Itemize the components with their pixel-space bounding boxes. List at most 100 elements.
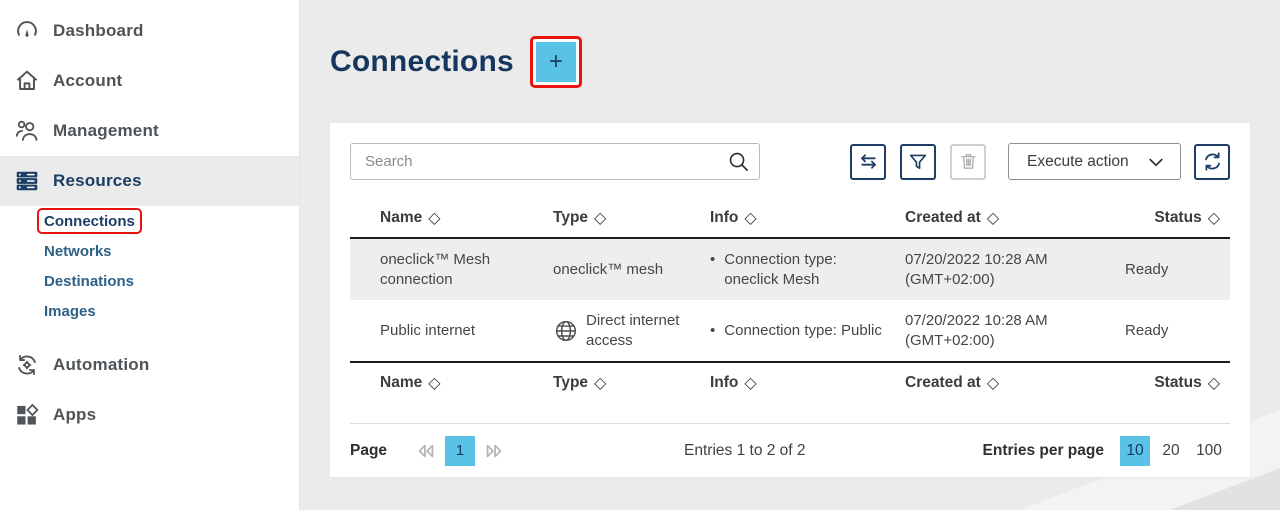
entries-summary: Entries 1 to 2 of 2 xyxy=(507,442,982,460)
sidebar-item-label: Apps xyxy=(53,405,96,425)
sidebar: Dashboard Account Management xyxy=(0,0,300,510)
sort-icon[interactable]: ◇ xyxy=(987,208,999,228)
column-header-status[interactable]: Status ◇ xyxy=(1125,373,1220,393)
per-page-option-10[interactable]: 10 xyxy=(1120,436,1150,466)
servers-icon xyxy=(14,168,40,194)
plus-icon: + xyxy=(549,48,563,76)
column-header-created-at[interactable]: Created at ◇ xyxy=(905,373,1125,393)
sidebar-item-label: Resources xyxy=(53,171,142,191)
sidebar-item-apps[interactable]: Apps xyxy=(0,390,299,440)
toolbar-buttons: Execute action xyxy=(850,143,1230,180)
per-page-options: 10 20 100 xyxy=(1120,436,1226,466)
sidebar-item-dashboard[interactable]: Dashboard xyxy=(0,6,299,56)
annotation-highlight: Connections xyxy=(37,208,142,234)
table-header-row: Name ◇ Type ◇ Info ◇ Created at ◇ Status… xyxy=(350,206,1230,239)
page-label: Page xyxy=(350,442,387,460)
table-row[interactable]: Public internet Direct internet access •… xyxy=(350,300,1230,361)
search-input[interactable] xyxy=(350,143,760,180)
per-page-option-100[interactable]: 100 xyxy=(1192,436,1226,466)
sidebar-item-label: Destinations xyxy=(44,273,134,290)
main-content: Connections + xyxy=(300,0,1280,510)
swap-arrows-icon xyxy=(857,150,880,173)
table-footer-header-row: Name ◇ Type ◇ Info ◇ Created at ◇ Status… xyxy=(350,361,1230,403)
first-page-icon[interactable] xyxy=(413,438,439,464)
add-connection-button[interactable]: + xyxy=(536,42,576,82)
filter-button[interactable] xyxy=(900,144,936,180)
cell-created-at: 07/20/2022 10:28 AM (GMT+02:00) xyxy=(905,250,1100,290)
automation-icon xyxy=(14,352,40,378)
users-icon xyxy=(14,118,40,144)
cell-created-at: 07/20/2022 10:28 AM (GMT+02:00) xyxy=(905,311,1100,351)
cell-type: Direct internet access xyxy=(553,311,703,351)
pagination-bar: Page 1 Entries 1 to 2 of 2 Entries per p… xyxy=(350,423,1230,477)
table-row[interactable]: oneclick™ Mesh connection oneclick™ mesh… xyxy=(350,239,1230,300)
sidebar-item-connections[interactable]: Connections xyxy=(44,206,299,236)
sort-icon[interactable]: ◇ xyxy=(744,208,756,228)
refresh-icon xyxy=(1201,150,1224,173)
column-header-info[interactable]: Info ◇ xyxy=(710,373,905,393)
page-title: Connections xyxy=(330,45,514,79)
sort-icon[interactable]: ◇ xyxy=(744,373,756,393)
status-badge: Ready xyxy=(1125,260,1220,280)
sidebar-item-label: Images xyxy=(44,303,96,320)
sidebar-item-label: Connections xyxy=(44,213,135,230)
delete-button[interactable] xyxy=(950,144,986,180)
sidebar-item-label: Management xyxy=(53,121,159,141)
sidebar-item-label: Networks xyxy=(44,243,112,260)
cell-info: • Connection type: oneclick Mesh xyxy=(710,250,885,290)
sidebar-item-networks[interactable]: Networks xyxy=(44,236,299,266)
sort-icon[interactable]: ◇ xyxy=(428,373,440,393)
filter-icon xyxy=(907,151,929,173)
chevron-down-icon xyxy=(1146,152,1166,172)
title-row: Connections + xyxy=(330,36,1250,88)
search-wrap xyxy=(350,143,760,180)
sidebar-item-management[interactable]: Management xyxy=(0,106,299,156)
sidebar-item-automation[interactable]: Automation xyxy=(0,340,299,390)
status-badge: Ready xyxy=(1125,321,1220,341)
sidebar-item-destinations[interactable]: Destinations xyxy=(44,266,299,296)
column-header-name[interactable]: Name ◇ xyxy=(380,373,553,393)
home-icon xyxy=(14,68,40,94)
column-header-status[interactable]: Status ◇ xyxy=(1125,208,1220,228)
gauge-icon xyxy=(14,18,40,44)
page-number-button[interactable]: 1 xyxy=(445,436,475,466)
column-header-type[interactable]: Type ◇ xyxy=(553,208,710,228)
cell-type: oneclick™ mesh xyxy=(553,260,703,280)
per-page-option-20[interactable]: 20 xyxy=(1154,436,1188,466)
refresh-button[interactable] xyxy=(1194,144,1230,180)
sidebar-item-label: Account xyxy=(53,71,122,91)
apps-icon xyxy=(14,402,40,428)
cell-name: oneclick™ Mesh connection xyxy=(380,250,525,290)
bullet-icon: • xyxy=(710,321,715,341)
cell-name: Public internet xyxy=(380,321,525,341)
sidebar-item-label: Automation xyxy=(53,355,149,375)
trash-icon xyxy=(958,151,979,172)
execute-action-label: Execute action xyxy=(1027,153,1129,171)
globe-icon xyxy=(553,318,579,344)
sort-icon[interactable]: ◇ xyxy=(1208,373,1220,393)
cell-info: • Connection type: Public xyxy=(710,321,885,341)
sidebar-item-account[interactable]: Account xyxy=(0,56,299,106)
connections-panel: Execute action xyxy=(330,123,1250,477)
column-header-info[interactable]: Info ◇ xyxy=(710,208,905,228)
sort-icon[interactable]: ◇ xyxy=(1208,208,1220,228)
search-icon[interactable] xyxy=(727,150,750,173)
sidebar-item-resources[interactable]: Resources xyxy=(0,156,299,206)
last-page-icon[interactable] xyxy=(481,438,507,464)
swap-columns-button[interactable] xyxy=(850,144,886,180)
sidebar-item-images[interactable]: Images xyxy=(44,296,299,326)
column-header-created-at[interactable]: Created at ◇ xyxy=(905,208,1125,228)
execute-action-dropdown[interactable]: Execute action xyxy=(1008,143,1181,180)
sort-icon[interactable]: ◇ xyxy=(987,373,999,393)
column-header-name[interactable]: Name ◇ xyxy=(380,208,553,228)
column-header-type[interactable]: Type ◇ xyxy=(553,373,710,393)
sort-icon[interactable]: ◇ xyxy=(594,208,606,228)
resources-submenu: Connections Networks Destinations Images xyxy=(0,206,299,326)
table-toolbar: Execute action xyxy=(350,143,1230,180)
annotation-highlight: + xyxy=(530,36,582,88)
sort-icon[interactable]: ◇ xyxy=(594,373,606,393)
entries-per-page-label: Entries per page xyxy=(983,442,1104,460)
bullet-icon: • xyxy=(710,250,715,290)
sidebar-item-label: Dashboard xyxy=(53,21,144,41)
sort-icon[interactable]: ◇ xyxy=(428,208,440,228)
